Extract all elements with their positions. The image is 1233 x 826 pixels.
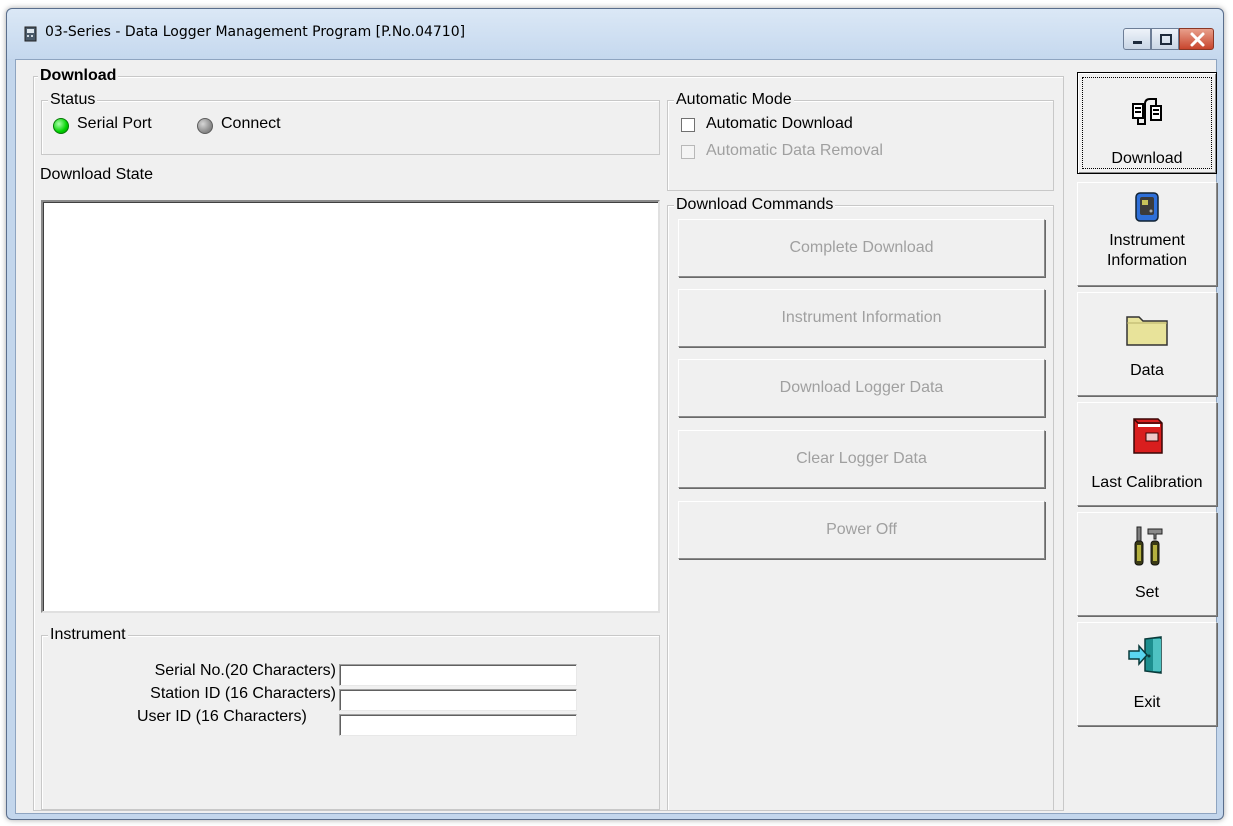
status-group-label: Status [48,90,98,110]
automatic-data-removal-checkbox[interactable] [681,145,695,159]
sidebar-last-calibration-label: Last Calibration [1091,474,1203,491]
serial-port-led-icon [53,118,69,134]
app-window: 03-Series - Data Logger Management Progr… [6,8,1224,820]
automatic-download-checkbox[interactable] [681,118,695,132]
automatic-mode-group: Automatic Mode Automatic Download Automa… [667,90,1054,191]
instrument-information-button[interactable]: Instrument Information [678,289,1045,347]
client-area: Download Status Serial Port Connect Down… [15,59,1217,814]
station-id-label: Station ID (16 Characters) [150,685,336,702]
sidebar-exit-label: Exit [1133,694,1161,711]
sidebar-data-button[interactable]: Data [1077,292,1217,396]
sidebar-instrument-information-button[interactable]: Instrument Information [1077,182,1217,286]
user-id-label-text: User ID (16 Characters) [137,708,307,725]
instrument-group-label: Instrument [48,625,128,645]
window-title: 03-Series - Data Logger Management Progr… [45,24,466,40]
sidebar-set-button[interactable]: Set [1077,512,1217,616]
download-state-label: Download State [40,166,153,183]
sidebar-download-button[interactable]: Download [1077,72,1217,174]
automatic-mode-label: Automatic Mode [674,90,794,110]
red-book-icon [1133,418,1163,454]
clear-logger-data-button[interactable]: Clear Logger Data [678,430,1045,488]
exit-door-icon [1128,636,1162,674]
user-id-input[interactable] [339,714,577,736]
connector-plug-icon [1132,98,1162,125]
app-icon [24,26,37,42]
connect-led-icon [197,118,213,134]
tools-icon [1134,526,1163,566]
device-icon [1135,192,1159,222]
automatic-data-removal-label[interactable]: Automatic Data Removal [706,142,883,160]
sidebar-exit-button[interactable]: Exit [1077,622,1217,726]
close-button[interactable] [1179,28,1214,50]
instrument-group: Instrument Serial No.(20 Characters) Sta… [41,625,660,810]
power-off-button[interactable]: Power Off [678,501,1045,559]
user-id-label: User ID (16 Characters) [126,708,336,726]
maximize-icon [1160,34,1172,45]
download-logger-data-button[interactable]: Download Logger Data [678,359,1045,417]
serial-no-input[interactable] [339,664,577,686]
automatic-download-label[interactable]: Automatic Download [706,115,853,133]
sidebar-last-calibration-button[interactable]: Last Calibration [1077,402,1217,506]
sidebar-data-label: Data [1130,362,1164,379]
sidebar-instrument-information-label-2: Information [1106,252,1188,269]
folder-icon [1126,316,1168,346]
download-group-label: Download [38,66,119,86]
serial-port-label: Serial Port [77,115,152,132]
download-commands-label: Download Commands [674,195,836,215]
minimize-icon [1133,41,1142,44]
sidebar-set-label: Set [1134,584,1159,601]
status-group: Status Serial Port Connect [41,90,660,155]
download-state-log[interactable] [41,200,660,613]
title-bar[interactable]: 03-Series - Data Logger Management Progr… [7,9,1223,59]
serial-no-label: Serial No.(20 Characters) [154,662,336,679]
maximize-button[interactable] [1151,28,1179,50]
station-id-input[interactable] [339,689,577,711]
connect-label: Connect [221,115,281,132]
sidebar-download-label: Download [1111,150,1183,167]
complete-download-button[interactable]: Complete Download [678,219,1045,277]
close-icon [1190,32,1205,47]
minimize-button[interactable] [1123,28,1151,50]
sidebar-instrument-information-label-1: Instrument [1109,232,1185,249]
